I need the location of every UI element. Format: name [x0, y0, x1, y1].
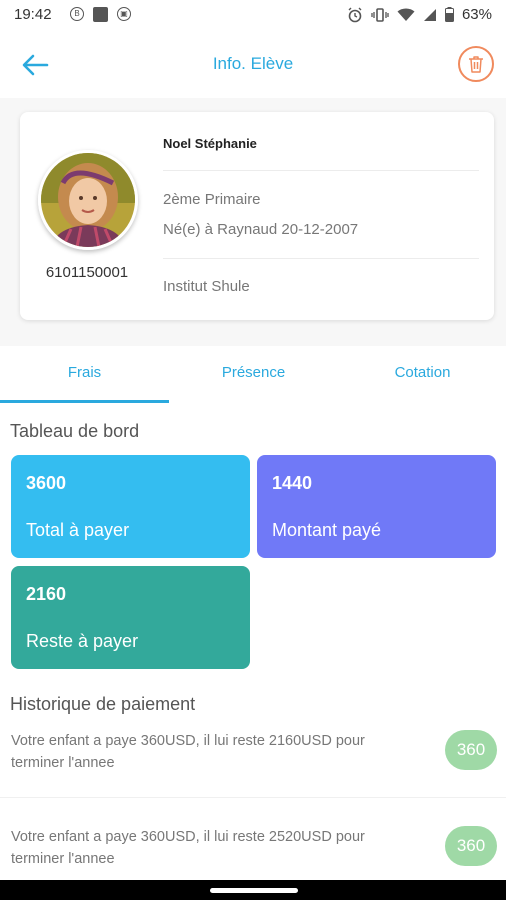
- tab-frais[interactable]: Frais: [0, 364, 169, 381]
- history-item: Votre enfant a paye 360USD, il lui reste…: [0, 826, 506, 914]
- system-icons: 63%: [347, 6, 492, 23]
- student-avatar: [38, 150, 138, 250]
- tab-cotation[interactable]: Cotation: [338, 364, 506, 381]
- signal-icon: [423, 8, 436, 21]
- history-amount-badge: 360: [445, 826, 497, 866]
- tile-total[interactable]: 3600 Total à payer: [11, 455, 250, 558]
- trash-icon: [469, 56, 483, 73]
- tile-paid[interactable]: 1440 Montant payé: [257, 455, 496, 558]
- status-time: 19:42: [14, 6, 52, 23]
- tile-paid-value: 1440: [272, 473, 313, 493]
- student-school: Institut Shule: [163, 278, 250, 295]
- status-bar: 19:42 B ▣ 63%: [0, 0, 506, 32]
- history-item-text: Votre enfant a paye 360USD, il lui reste…: [11, 829, 365, 867]
- alarm-icon: [348, 7, 362, 22]
- b-circle-icon: B: [70, 7, 84, 21]
- tile-total-label: Total à payer: [26, 520, 130, 540]
- page-title: Info. Elève: [212, 54, 294, 73]
- lock-circle-icon: ▣: [117, 7, 131, 21]
- student-name: Noel Stéphanie: [163, 136, 257, 151]
- tile-paid-label: Montant payé: [272, 520, 382, 540]
- battery-icon: [444, 7, 454, 22]
- wifi-icon: [397, 8, 415, 21]
- history-amount-badge: 360: [445, 730, 497, 770]
- student-birth: Né(e) à Raynaud 20-12-2007: [163, 221, 359, 238]
- tile-remaining[interactable]: 2160 Reste à payer: [11, 566, 250, 669]
- tile-remaining-value: 2160: [26, 584, 67, 604]
- tile-remaining-label: Reste à payer: [26, 631, 139, 651]
- dashboard-title: Tableau de bord: [10, 421, 140, 441]
- notification-icons: B ▣: [70, 7, 131, 22]
- divider: [163, 258, 479, 259]
- vibrate-icon: [371, 7, 389, 22]
- home-handle[interactable]: [210, 888, 298, 893]
- history-title: Historique de paiement: [10, 694, 196, 714]
- history-item-text: Votre enfant a paye 360USD, il lui reste…: [11, 733, 365, 771]
- active-tab-indicator: [0, 400, 169, 403]
- student-id: 6101150001: [45, 264, 129, 281]
- square-notification-icon: [93, 7, 108, 22]
- tile-total-value: 3600: [26, 473, 67, 493]
- divider: [0, 797, 506, 798]
- tab-presence[interactable]: Présence: [169, 364, 338, 381]
- battery-percent: 63%: [461, 6, 492, 23]
- history-item: Votre enfant a paye 360USD, il lui reste…: [0, 730, 506, 818]
- delete-button[interactable]: [458, 46, 494, 82]
- student-class: 2ème Primaire: [163, 191, 261, 208]
- divider: [163, 170, 479, 171]
- app-header: Info. Elève: [0, 32, 506, 98]
- system-nav-bar: [0, 880, 506, 900]
- tab-bar: Frais Présence Cotation: [0, 346, 506, 404]
- student-card: 6101150001 Noel Stéphanie 2ème Primaire …: [20, 112, 494, 320]
